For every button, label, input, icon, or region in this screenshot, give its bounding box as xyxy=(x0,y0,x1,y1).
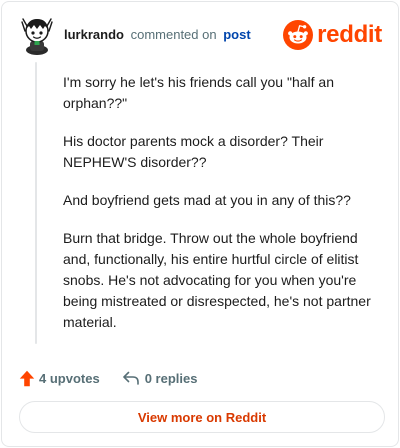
view-more-on-reddit-button[interactable]: View more on Reddit xyxy=(19,401,385,433)
thread-line[interactable] xyxy=(35,62,37,344)
upvote-button[interactable]: 4 upvotes xyxy=(19,370,100,387)
commented-on-text: commented on xyxy=(130,27,217,42)
comment-body: I'm sorry he let's his friends call you … xyxy=(63,72,381,350)
username-link[interactable]: lurkrando xyxy=(64,27,124,42)
upvote-count: 4 upvotes xyxy=(39,370,100,386)
reddit-logo[interactable]: reddit xyxy=(283,20,382,50)
reply-button[interactable]: 0 replies xyxy=(122,370,198,386)
comment-footer: 4 upvotes 0 replies xyxy=(19,368,197,388)
user-avatar-icon[interactable] xyxy=(19,17,55,55)
reddit-alien-icon xyxy=(283,20,314,50)
comment-paragraph: And boyfriend gets mad at you in any of … xyxy=(63,192,351,208)
reddit-wordmark: reddit xyxy=(317,21,382,48)
post-link[interactable]: post xyxy=(223,27,250,42)
comment-paragraph: His doctor parents mock a disorder? Thei… xyxy=(63,133,324,170)
comment-embed-card: lurkrando commented on post reddit I'm s… xyxy=(1,1,399,447)
comment-paragraph: I'm sorry he let's his friends call you … xyxy=(63,74,334,111)
upvote-arrow-icon xyxy=(19,370,35,386)
comment-header: lurkrando commented on post reddit xyxy=(16,16,384,58)
reply-arrow-icon xyxy=(122,371,139,385)
reply-count: 0 replies xyxy=(144,370,198,386)
comment-paragraph: Burn that bridge. Throw out the whole bo… xyxy=(63,230,371,330)
comment-byline: lurkrando commented on post xyxy=(64,27,251,42)
